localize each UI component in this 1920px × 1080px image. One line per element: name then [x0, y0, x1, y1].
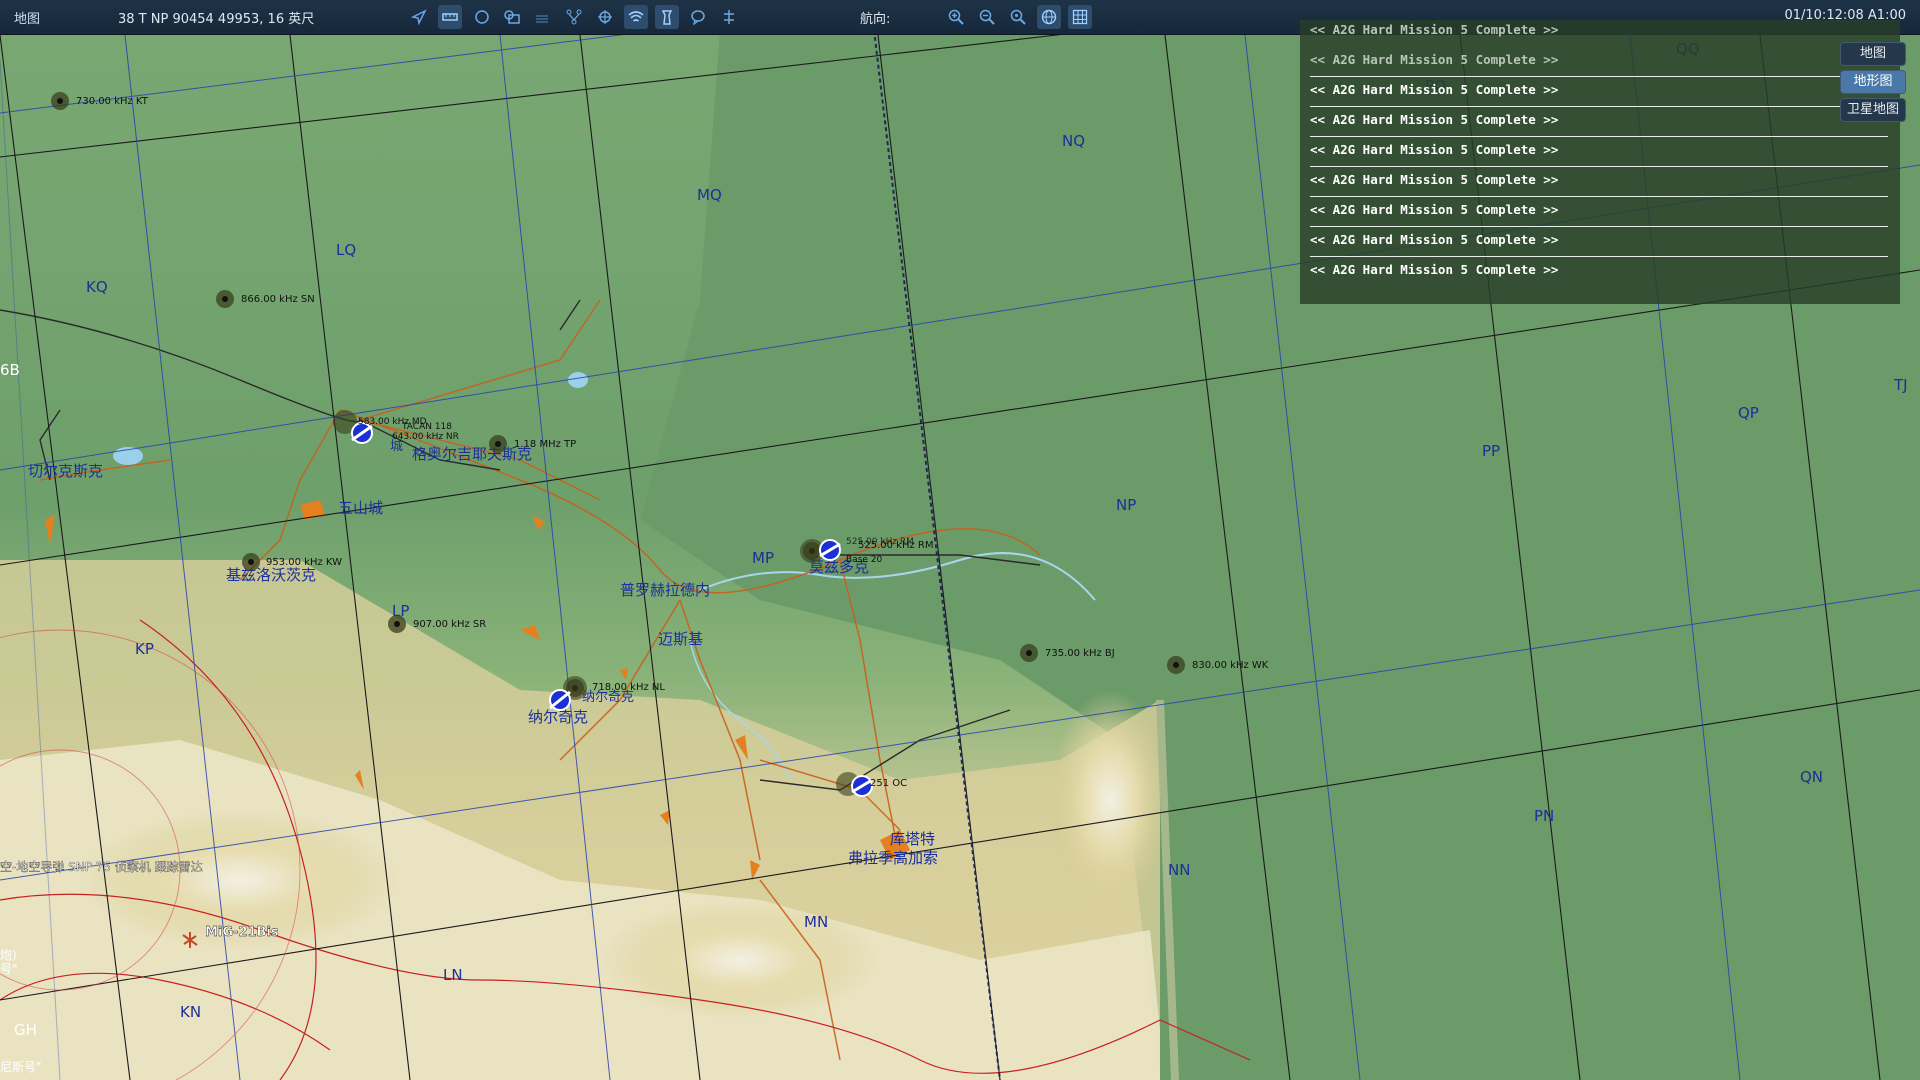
grid-label-gh: GH: [14, 1021, 37, 1039]
share-icon[interactable]: [562, 5, 586, 29]
city-label-pyatigorsk: 五山城: [338, 499, 383, 517]
message-item: << A2G Hard Mission 5 Complete >>: [1310, 198, 1888, 227]
city-label-cherkessk: 切尔克斯克: [28, 462, 103, 480]
message-item: << A2G Hard Mission 5 Complete >>: [1310, 262, 1559, 277]
tower-icon[interactable]: [655, 5, 679, 29]
message-log-panel: << A2G Hard Mission 5 Complete >> << A2G…: [1300, 20, 1900, 304]
ruler-icon[interactable]: [438, 5, 462, 29]
grid-label-kn: KN: [180, 1003, 201, 1021]
snow-peak: [1050, 690, 1170, 910]
navigate-icon[interactable]: [407, 5, 431, 29]
zoom-in-icon[interactable]: [944, 5, 968, 29]
svg-text:866.00 kHz SN: 866.00 kHz SN: [241, 294, 315, 305]
city-label-maisky: 迈斯基: [658, 630, 703, 648]
message-item: << A2G Hard Mission 5 Complete >>: [1310, 48, 1888, 77]
message-item: << A2G Hard Mission 5 Complete >>: [1310, 138, 1888, 167]
unit-label-left-4: 尼斯号": [0, 1060, 42, 1074]
grid-label-pp: PP: [1482, 442, 1500, 460]
grid-label-mq: MQ: [697, 186, 722, 204]
stack-icon[interactable]: [530, 5, 554, 29]
message-item: << A2G Hard Mission 5 Complete >>: [1310, 108, 1888, 137]
heading-label: 航向:: [860, 12, 891, 27]
svg-text:MiG-21Bis: MiG-21Bis: [205, 925, 279, 940]
grid-label-nq: NQ: [1062, 132, 1085, 150]
map-type-map-button[interactable]: 地图: [1840, 42, 1906, 66]
unit-label-left-2: 炮): [0, 948, 17, 962]
zoom-out-icon[interactable]: [975, 5, 999, 29]
map-title: 地图: [14, 12, 41, 27]
grid-icon[interactable]: [1068, 5, 1092, 29]
grid-label-6b: 6B: [0, 361, 20, 379]
svg-text:730.00 kHz KT: 730.00 kHz KT: [76, 96, 149, 107]
city-label-prokhladny: 普罗赫拉德内: [620, 581, 710, 599]
svg-text:251 OC: 251 OC: [870, 778, 907, 789]
chat-icon[interactable]: [686, 5, 710, 29]
city-label-vladikavkaz: 弗拉季高加索: [848, 849, 938, 867]
svg-text:830.00 kHz WK: 830.00 kHz WK: [1192, 660, 1269, 671]
crosshair-icon[interactable]: [593, 5, 617, 29]
layers-icon[interactable]: [500, 5, 524, 29]
message-item: << A2G Hard Mission 5 Complete >>: [1310, 78, 1888, 107]
svg-text:643.00 kHz NR: 643.00 kHz NR: [392, 432, 459, 442]
grid-label-mn: MN: [804, 913, 828, 931]
signal-icon[interactable]: [624, 5, 648, 29]
circle-icon[interactable]: [470, 5, 494, 29]
unit-label-sam: 空-地空导弹 SNP 75 侦察机 跟踪雷达: [0, 860, 203, 874]
grid-label-ln: LN: [443, 966, 463, 984]
grid-label-qn: QN: [1800, 768, 1823, 786]
grid-label-mp: MP: [752, 549, 774, 567]
unit-label-left-3: 号": [0, 962, 18, 976]
grid-label-pn: PN: [1534, 807, 1554, 825]
svg-text:907.00 kHz SR: 907.00 kHz SR: [413, 619, 486, 630]
message-item: << A2G Hard Mission 5 Complete >>: [1310, 168, 1888, 197]
svg-text:525.00 kHz RM: 525.00 kHz RM: [846, 537, 914, 547]
zoom-reset-icon[interactable]: [1006, 5, 1030, 29]
cursor-coordinates: 38 T NP 90454 49953, 16 英尺: [118, 12, 315, 27]
city-label-kutaisi: 库塔特: [890, 830, 935, 848]
city-label-kislovodsk: 基兹洛沃茨克: [226, 566, 316, 584]
svg-text:735.00 kHz BJ: 735.00 kHz BJ: [1045, 648, 1115, 659]
grid-label-tj: TJ: [1893, 376, 1908, 394]
grid-label-np: NP: [1116, 496, 1136, 514]
globe-icon[interactable]: [1037, 5, 1061, 29]
lake: [568, 372, 588, 388]
svg-text:1.18 MHz TP: 1.18 MHz TP: [514, 439, 576, 450]
east-lowland: [1160, 700, 1920, 1080]
grid-label-qp: QP: [1738, 404, 1759, 422]
grid-label-nn: NN: [1168, 861, 1190, 879]
grid-label-kq: KQ: [86, 278, 108, 296]
message-item: << A2G Hard Mission 5 Complete >>: [1310, 22, 1559, 37]
message-item: << A2G Hard Mission 5 Complete >>: [1310, 228, 1888, 257]
svg-text:Base 20: Base 20: [846, 555, 883, 565]
svg-text:TACAN 118: TACAN 118: [401, 422, 452, 432]
svg-text:718.00 kHz NL: 718.00 kHz NL: [592, 682, 665, 693]
grid-label-kp: KP: [135, 640, 154, 658]
snow-peak: [600, 900, 880, 1020]
svg-text:953.00 kHz KW: 953.00 kHz KW: [266, 557, 342, 568]
grid-label-lq: LQ: [336, 241, 356, 259]
map-type-satellite-button[interactable]: 卫星地图: [1840, 98, 1906, 122]
map-type-terrain-button[interactable]: 地形图: [1840, 70, 1906, 94]
waypoint-icon[interactable]: [717, 5, 741, 29]
